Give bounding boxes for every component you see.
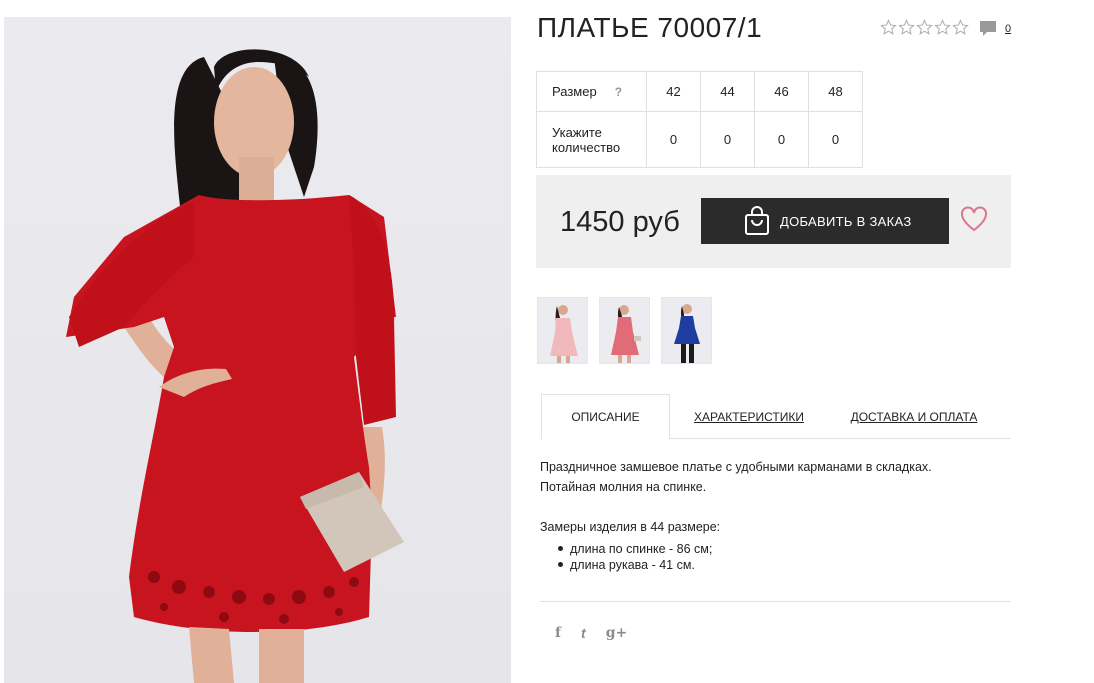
star-outline-icon[interactable] <box>916 19 933 36</box>
size-table: Размер? 42 44 46 48 Укажите количество 0… <box>536 71 863 168</box>
star-outline-icon[interactable] <box>952 19 969 36</box>
comments-link[interactable]: 0 <box>979 20 1011 37</box>
size-option[interactable]: 42 <box>646 71 701 112</box>
star-outline-icon[interactable] <box>934 19 951 36</box>
price: 1450 руб <box>560 206 680 238</box>
comment-count[interactable]: 0 <box>1005 23 1011 35</box>
tab-delivery-payment[interactable]: ДОСТАВКА И ОПЛАТА <box>850 394 978 439</box>
thumbnail-blue-dress[interactable] <box>661 297 712 364</box>
list-item: длина рукава - 41 см. <box>558 557 712 573</box>
thumbnail-coral-dress[interactable] <box>599 297 650 364</box>
star-outline-icon[interactable] <box>898 19 915 36</box>
add-to-order-button[interactable]: ДОБАВИТЬ В ЗАКАЗ <box>701 198 949 244</box>
list-item: длина по спинке - 86 см; <box>558 541 712 557</box>
heart-icon[interactable] <box>960 206 988 232</box>
measures-list: длина по спинке - 86 см; длина рукава - … <box>558 541 712 573</box>
quantity-input[interactable]: 0 <box>646 111 701 168</box>
divider <box>540 601 1011 602</box>
tab-description[interactable]: ОПИСАНИЕ <box>541 394 670 440</box>
description-text: Праздничное замшевое платье с удобными к… <box>540 457 1010 497</box>
thumbnail-pink-dress[interactable] <box>537 297 588 364</box>
shopping-bag-icon <box>745 206 769 235</box>
facebook-icon[interactable]: f <box>555 625 561 641</box>
add-to-order-label: ДОБАВИТЬ В ЗАКАЗ <box>780 213 912 229</box>
description-line: Праздничное замшевое платье с удобными к… <box>540 460 932 474</box>
quantity-label: Укажите количество <box>536 111 647 168</box>
product-title: ПЛАТЬЕ 70007/1 <box>537 12 763 43</box>
quantity-input[interactable]: 0 <box>808 111 863 168</box>
main-product-image[interactable] <box>4 17 511 683</box>
tab-characteristics[interactable]: ХАРАКТЕРИСТИКИ <box>690 394 808 439</box>
price-panel: 1450 руб ДОБАВИТЬ В ЗАКАЗ <box>536 175 1011 268</box>
measures-title: Замеры изделия в 44 размере: <box>540 520 721 534</box>
comment-icon <box>980 21 996 36</box>
size-option[interactable]: 46 <box>754 71 809 112</box>
social-share: f t g+ <box>555 625 627 641</box>
size-option[interactable]: 48 <box>808 71 863 112</box>
google-plus-icon[interactable]: g+ <box>606 625 628 641</box>
rating-stars[interactable] <box>880 19 969 36</box>
quantity-input[interactable]: 0 <box>754 111 809 168</box>
description-line: Потайная молния на спинке. <box>540 480 707 494</box>
size-label: Размер <box>552 84 597 99</box>
size-label-cell: Размер? <box>536 71 647 112</box>
thumbnail-gallery <box>537 297 712 364</box>
size-option[interactable]: 44 <box>700 71 755 112</box>
product-tabs: ОПИСАНИЕ ХАРАКТЕРИСТИКИ ДОСТАВКА И ОПЛАТ… <box>540 394 1011 440</box>
star-outline-icon[interactable] <box>880 19 897 36</box>
twitter-icon[interactable]: t <box>581 625 586 641</box>
help-icon[interactable]: ? <box>615 85 622 99</box>
quantity-input[interactable]: 0 <box>700 111 755 168</box>
